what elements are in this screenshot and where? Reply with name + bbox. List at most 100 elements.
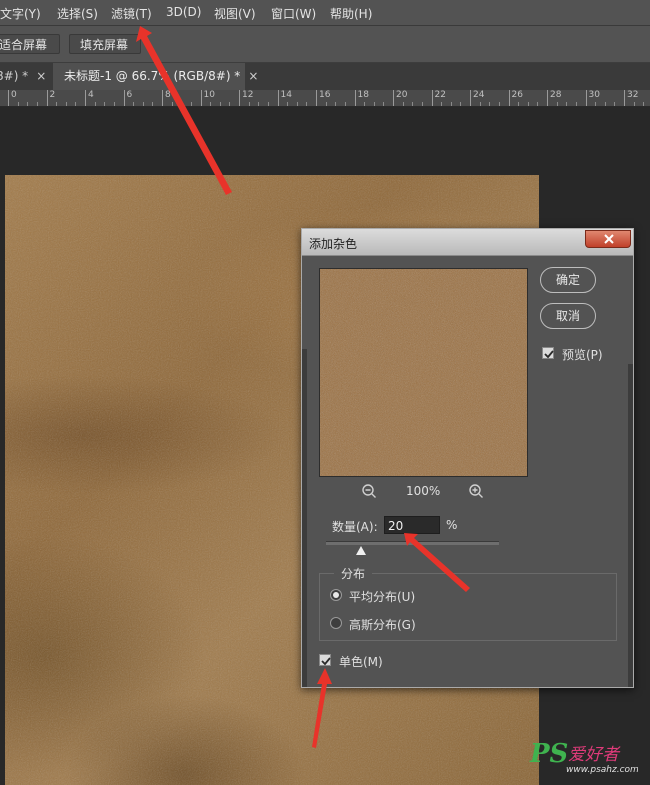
ruler-tick-label: 12 (239, 90, 253, 106)
ruler-minor-tick (248, 102, 250, 106)
amount-slider-thumb[interactable] (355, 546, 366, 555)
ruler-tick-label: 22 (431, 90, 446, 106)
distribution-legend: 分布 (334, 565, 373, 582)
ruler-minor-tick (556, 102, 558, 106)
add-noise-dialog: 添加杂色 确定 取消 预览(P) 100% 数量(A): 20 % 分布 平均分… (301, 228, 634, 688)
ruler-tick-label: 30 (585, 90, 600, 106)
ruler-minor-tick (604, 102, 606, 106)
ruler-tick-label: 0 (8, 90, 17, 106)
ruler-minor-tick (104, 102, 106, 106)
ruler-tick-label: 14 (277, 90, 292, 106)
ruler-minor-tick (306, 102, 308, 106)
ruler-minor-tick (325, 102, 327, 106)
ruler-minor-tick (643, 102, 645, 106)
monochrome-checkbox[interactable] (319, 654, 331, 666)
ruler-minor-tick (575, 102, 577, 106)
preview-noise (320, 269, 527, 476)
ruler-minor-tick (364, 102, 366, 106)
ruler-minor-tick (518, 102, 520, 106)
document-tab-previous[interactable]: 8#) * × (0, 63, 50, 90)
ruler-minor-tick (210, 102, 212, 106)
gaussian-label: 高斯分布(G) (349, 618, 416, 632)
zoom-in-icon[interactable] (468, 483, 484, 499)
svg-text:PS: PS (529, 739, 568, 769)
fill-screen-button[interactable]: 填充屏幕 (69, 34, 141, 54)
monochrome-label: 单色(M) (339, 655, 383, 669)
document-tab-active[interactable]: 未标题-1 @ 66.7% (RGB/8#) * × (53, 63, 258, 90)
ruler-minor-tick (421, 102, 423, 106)
ruler-minor-tick (219, 102, 221, 106)
dialog-title: 添加杂色 (309, 237, 358, 251)
svg-text:爱好者: 爱好者 (568, 745, 621, 765)
tab-label: 8#) * (0, 69, 29, 83)
options-bar: 适合屏幕 填充屏幕 (0, 26, 650, 63)
dialog-left-edge (302, 349, 307, 687)
fit-screen-button[interactable]: 适合屏幕 (0, 34, 60, 54)
ruler-tick-label: 26 (508, 90, 523, 106)
ruler-minor-tick (373, 102, 375, 106)
dialog-right-edge (628, 364, 633, 687)
tab-close-icon[interactable]: × (36, 69, 46, 83)
ruler-minor-tick (171, 102, 173, 106)
ruler-minor-tick (498, 102, 500, 106)
amount-label: 数量(A): (332, 520, 378, 534)
ruler-minor-tick (133, 102, 135, 106)
uniform-radio[interactable] (330, 589, 342, 601)
menu-item-help[interactable]: 帮助(H) (330, 5, 372, 22)
menu-item-type[interactable]: 文字(Y) (0, 5, 41, 22)
gaussian-radio[interactable] (330, 617, 342, 629)
ruler-minor-tick (460, 102, 462, 106)
amount-input[interactable]: 20 (384, 516, 440, 534)
ruler-minor-tick (344, 102, 346, 106)
ruler-tick-label: 28 (547, 90, 561, 106)
ruler-tick-label: 6 (123, 90, 132, 106)
menu-item-view[interactable]: 视图(V) (214, 5, 256, 22)
ruler-tick-label: 18 (354, 90, 369, 106)
zoom-out-icon[interactable] (361, 483, 377, 499)
menu-item-filter[interactable]: 滤镜(T) (111, 5, 152, 22)
ruler-minor-tick (75, 102, 77, 106)
watermark-logo: PS 爱好者 www.psahz.com (528, 736, 639, 779)
ruler-minor-tick (296, 102, 298, 106)
ruler-tick-label: 32 (624, 90, 638, 106)
ruler-minor-tick (17, 102, 19, 106)
ruler-minor-tick (450, 102, 452, 106)
checkmark-icon (544, 350, 554, 359)
ruler-tick-label: 2 (46, 90, 55, 106)
ruler-minor-tick (489, 102, 491, 106)
ruler-minor-tick (614, 102, 616, 106)
ruler-minor-tick (258, 102, 260, 106)
tab-close-icon[interactable]: × (248, 69, 258, 83)
menu-item-select[interactable]: 选择(S) (57, 5, 98, 22)
ruler-minor-tick (181, 102, 183, 106)
ruler-minor-tick (65, 102, 67, 106)
checkmark-icon (321, 657, 331, 666)
menu-item-3d[interactable]: 3D(D) (166, 5, 201, 19)
menu-item-window[interactable]: 窗口(W) (271, 5, 316, 22)
ruler-minor-tick (441, 102, 443, 106)
close-icon (604, 234, 614, 244)
horizontal-ruler[interactable]: 0 2 4 6 8 10 12 14 16 18 20 22 24 26 28 30 32 (0, 90, 650, 107)
tab-label: 未标题-1 @ 66.7% (RGB/8#) * (64, 69, 241, 83)
ruler-minor-tick (142, 102, 144, 106)
ruler-minor-tick (267, 102, 269, 106)
ruler-minor-tick (152, 102, 154, 106)
amount-slider-track[interactable] (326, 541, 499, 545)
ok-button[interactable]: 确定 (540, 267, 596, 293)
dialog-close-button[interactable] (585, 230, 631, 248)
filter-preview[interactable] (319, 268, 528, 477)
ruler-tick-label: 24 (470, 90, 484, 106)
ruler-minor-tick (537, 102, 539, 106)
ruler-minor-tick (383, 102, 385, 106)
ruler-minor-tick (287, 102, 289, 106)
dialog-titlebar[interactable]: 添加杂色 (302, 229, 633, 256)
ruler-minor-tick (94, 102, 96, 106)
ruler-minor-tick (402, 102, 404, 106)
ruler-minor-tick (36, 102, 38, 106)
preview-checkbox[interactable] (542, 347, 554, 359)
ruler-tick-label: 20 (393, 90, 407, 106)
zoom-level: 100% (406, 484, 441, 498)
uniform-label: 平均分布(U) (349, 590, 416, 604)
ruler-minor-tick (566, 102, 568, 106)
cancel-button[interactable]: 取消 (540, 303, 596, 329)
